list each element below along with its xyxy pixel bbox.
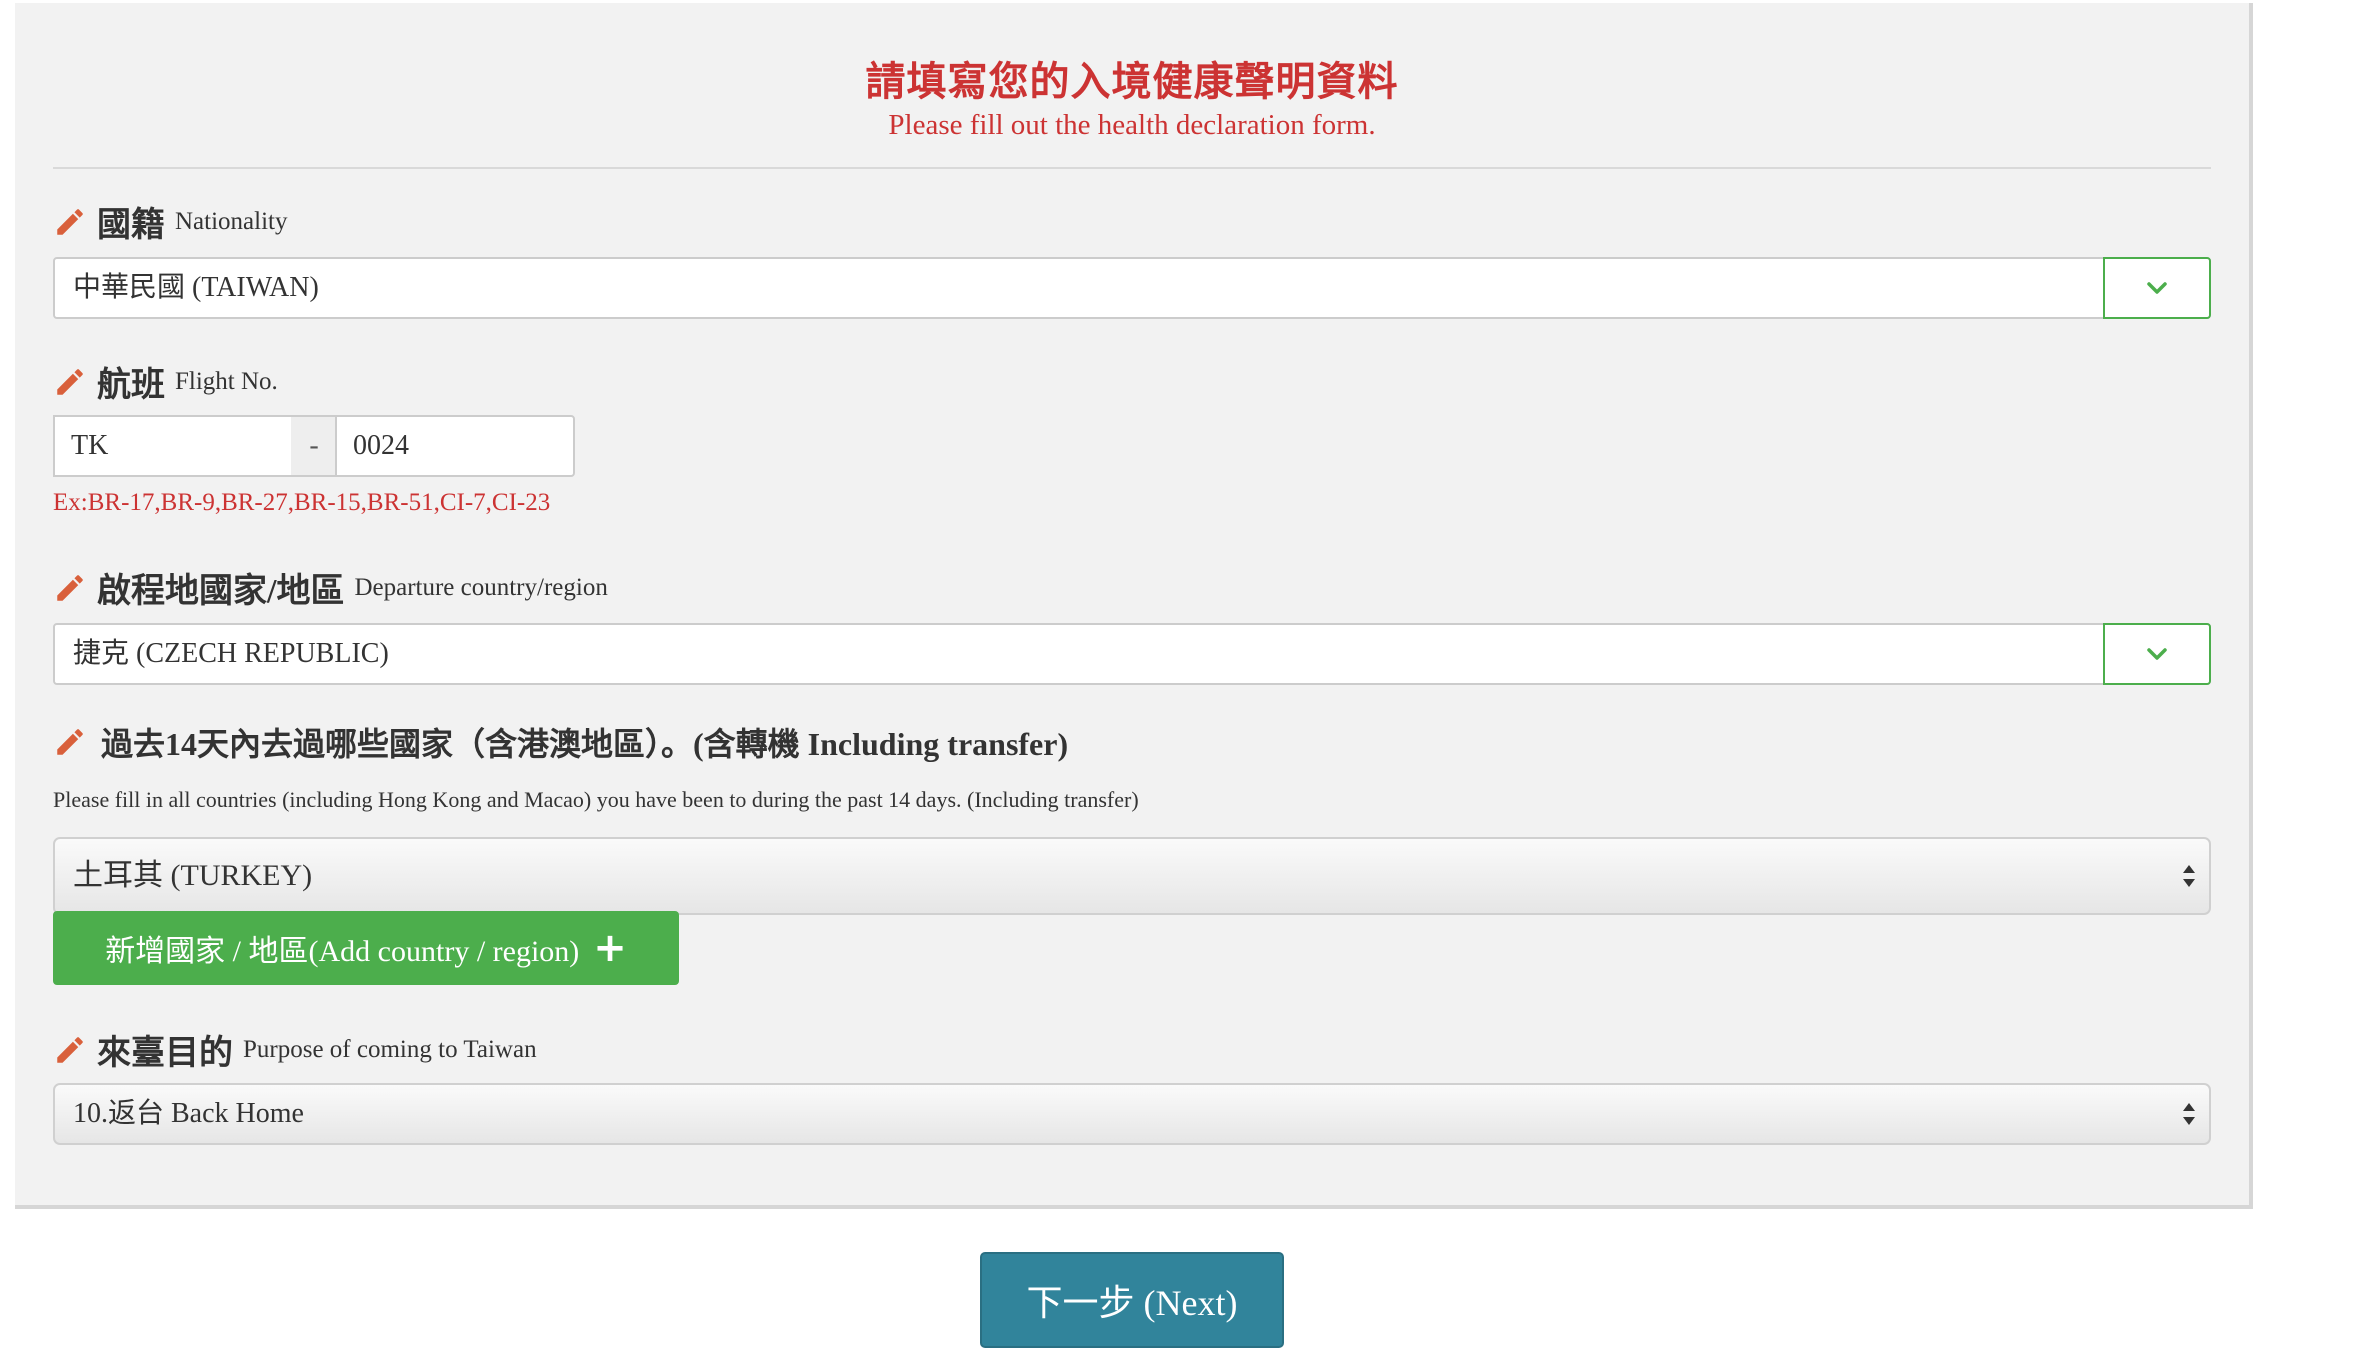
form-title-zh: 請填寫您的入境健康聲明資料 — [865, 59, 1399, 104]
flight-label: 航班 Flight No. — [53, 357, 278, 406]
purpose-label-zh: 來臺目的 — [97, 1035, 233, 1072]
visited-label: 過去14天內去過哪些國家（含港澳地區）。(含轉機 Including trans… — [53, 719, 1068, 765]
flight-label-zh: 航班 — [97, 367, 165, 404]
nationality-label: 國籍 Nationality — [53, 197, 287, 246]
departure-combobox[interactable]: 捷克 (CZECH REPUBLIC) — [53, 623, 2211, 685]
airline-code-input[interactable]: TK — [53, 415, 293, 477]
pencil-icon — [57, 208, 83, 235]
add-country-label: 新增國家 / 地區(Add country / region) — [105, 935, 580, 968]
flight-example-text: Ex:BR-17,BR-9,BR-27,BR-15,BR-51,CI-7,CI-… — [53, 489, 551, 516]
purpose-select[interactable]: 10.返台 Back Home — [53, 1083, 2211, 1145]
visited-label-text: 過去14天內去過哪些國家（含港澳地區）。(含轉機 Including trans… — [101, 726, 1069, 762]
header-divider — [53, 167, 2211, 169]
departure-label-zh: 啟程地國家/地區 — [97, 573, 345, 610]
departure-dropdown-button[interactable] — [2103, 623, 2211, 685]
flight-number-input[interactable]: 0024 — [335, 415, 575, 477]
pencil-icon — [57, 1036, 83, 1063]
plus-icon: + — [593, 925, 627, 971]
nationality-label-zh: 國籍 — [97, 207, 165, 244]
purpose-label-en: Purpose of coming to Taiwan — [243, 1035, 537, 1063]
nationality-value[interactable]: 中華民國 (TAIWAN) — [73, 259, 319, 317]
visited-country-value[interactable]: 土耳其 (TURKEY) — [73, 839, 312, 913]
nationality-combobox[interactable]: 中華民國 (TAIWAN) — [53, 257, 2211, 319]
pencil-icon — [57, 368, 83, 395]
departure-value[interactable]: 捷克 (CZECH REPUBLIC) — [73, 625, 389, 683]
departure-label-en: Departure country/region — [354, 573, 608, 601]
form-panel: 請填寫您的入境健康聲明資料 Please fill out the health… — [15, 3, 2253, 1209]
select-arrows-icon — [2183, 865, 2195, 887]
nationality-dropdown-button[interactable] — [2103, 257, 2211, 319]
next-button[interactable]: 下一步 (Next) — [980, 1252, 1284, 1348]
visited-hint: Please fill in all countries (including … — [53, 787, 1139, 812]
pencil-icon — [57, 729, 83, 755]
pencil-icon — [57, 574, 83, 601]
purpose-value[interactable]: 10.返台 Back Home — [73, 1085, 304, 1143]
departure-label: 啟程地國家/地區 Departure country/region — [53, 563, 608, 612]
chevron-down-icon — [2147, 648, 2167, 660]
purpose-label: 來臺目的 Purpose of coming to Taiwan — [53, 1025, 537, 1074]
nationality-label-en: Nationality — [175, 207, 288, 235]
select-arrows-icon — [2183, 1103, 2195, 1125]
form-title-en: Please fill out the health declaration f… — [888, 109, 1376, 141]
visited-country-select[interactable]: 土耳其 (TURKEY) — [53, 837, 2211, 915]
flight-separator: - — [291, 415, 337, 477]
chevron-down-icon — [2147, 282, 2167, 294]
add-country-button[interactable]: 新增國家 / 地區(Add country / region) + — [53, 911, 679, 985]
flight-label-en: Flight No. — [175, 367, 278, 395]
